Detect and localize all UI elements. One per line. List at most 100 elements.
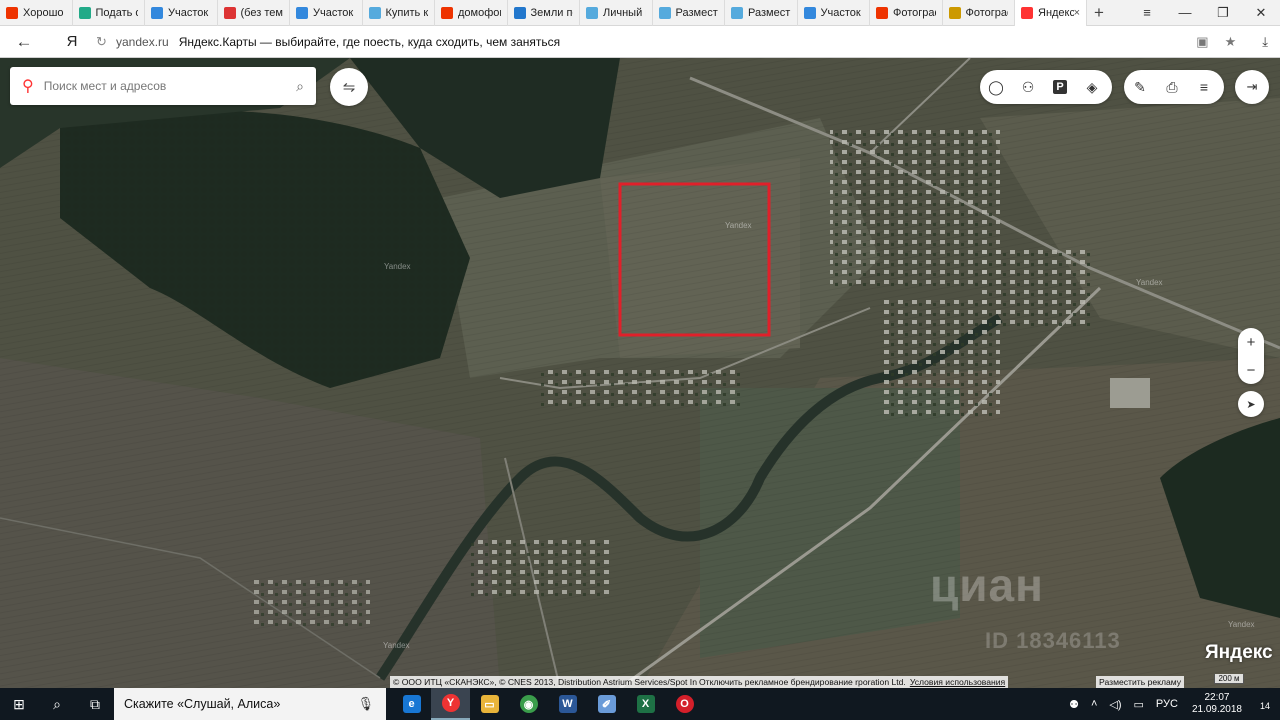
satellite-imagery[interactable] <box>0 58 1280 688</box>
word-icon: W <box>558 695 577 713</box>
browser-tab[interactable]: Разместит <box>653 0 725 26</box>
chrome-app[interactable]: ◉ <box>509 688 548 720</box>
clock-date: 21.09.2018 <box>1191 704 1242 715</box>
browser-tab[interactable]: (без темы <box>218 0 290 26</box>
tab-title: (без темы <box>240 7 284 19</box>
yandex-watermark: Yandex <box>384 262 411 271</box>
copyright-bar: © ООО ИТЦ «СКАНЭКС», © CNES 2013, Distri… <box>390 676 1009 688</box>
parking-icon[interactable]: P <box>1044 80 1076 94</box>
opera-app[interactable]: O <box>665 688 704 720</box>
cortana-search-box[interactable]: Скажите «Слушай, Алиса» 🎙 <box>114 688 386 720</box>
login-button[interactable]: ⇥ <box>1235 70 1269 104</box>
browser-tab[interactable]: Хорошо <box>0 0 73 26</box>
excel-icon: X <box>636 695 655 713</box>
map-pin-icon <box>368 7 381 19</box>
yandex-browser-icon: Y <box>441 694 460 712</box>
tabs-menu-icon[interactable]: ≡ <box>1128 0 1166 25</box>
layers-icon[interactable]: ◈ <box>1076 79 1108 96</box>
close-tab-icon[interactable]: × <box>1074 7 1080 19</box>
downloads-icon[interactable]: ⤓ <box>1262 34 1268 50</box>
yandex-home-button[interactable]: Я <box>48 33 96 50</box>
network-icon[interactable]: ▭ <box>1128 698 1150 711</box>
volume-icon[interactable]: ◁) <box>1103 698 1127 711</box>
yandex-logo: Яндекс <box>1205 642 1273 663</box>
satellite-map[interactable]: Yandex Yandex Yandex Yandex Yandex циан … <box>0 58 1280 688</box>
edge-app[interactable]: e <box>392 688 431 720</box>
browser-tab[interactable]: Участок 2 <box>290 0 363 26</box>
print-icon[interactable]: ⎙ <box>1156 79 1188 96</box>
excel-app[interactable]: X <box>626 688 665 720</box>
task-view-icon[interactable]: ⧉ <box>76 688 114 720</box>
menu-icon[interactable]: ≡ <box>1188 79 1220 95</box>
url-host[interactable]: yandex.ru <box>116 35 169 49</box>
terms-link[interactable]: Условия использования <box>910 677 1005 687</box>
browser-tab[interactable]: домофон <box>435 0 508 26</box>
panorama-icon[interactable]: ⚇ <box>1012 79 1044 96</box>
notification-center-icon[interactable]: 14 <box>1250 697 1280 712</box>
tab-title: Разместит <box>675 7 719 19</box>
layers-toolbar: ◯ ⚇ P ◈ <box>980 70 1112 104</box>
tab-title: Участок 9 <box>168 7 211 19</box>
search-box[interactable]: ⚲ Поиск мест и адресов ⌕ <box>10 67 316 105</box>
disable-branding-link[interactable]: Отключить рекламное брендирование rporat… <box>699 677 906 687</box>
close-window-icon[interactable]: ✕ <box>1242 0 1280 25</box>
zoom-in-button[interactable]: + <box>1247 334 1256 351</box>
people-icon[interactable]: ⚉ <box>1063 698 1085 711</box>
ruler-icon[interactable]: ✎ <box>1124 79 1156 96</box>
pinned-apps: e Y ▭ ◉ W ✐ X O <box>392 688 704 720</box>
cortana-prompt: Скажите «Слушай, Алиса» <box>124 697 281 711</box>
zoom-out-button[interactable]: − <box>1247 362 1256 379</box>
restore-icon[interactable]: ❐ <box>1204 0 1242 25</box>
map-pin-icon <box>586 7 598 19</box>
tab-title: Разместит <box>748 7 791 19</box>
windows-start-icon[interactable]: ⊞ <box>0 688 38 720</box>
tab-title: Яндекс <box>1038 7 1074 19</box>
place-ad-link[interactable]: Разместить рекламу <box>1096 676 1185 688</box>
browser-tab[interactable]: Земли по <box>508 0 580 26</box>
browser-tab[interactable]: Фотограф <box>870 0 943 26</box>
geolocation-button[interactable]: ➤ <box>1238 391 1264 417</box>
reload-icon[interactable]: ↻ <box>96 34 116 50</box>
browser-tab[interactable]: Яндекс × <box>1015 0 1087 26</box>
login-icon: ⇥ <box>1246 79 1258 94</box>
back-button[interactable]: ← <box>0 32 48 52</box>
clock[interactable]: 22:07 21.09.2018 <box>1184 692 1250 716</box>
yandex-watermark: Yandex <box>1228 620 1255 629</box>
browser-tab[interactable]: Участок 9 <box>145 0 218 26</box>
file-explorer-app[interactable]: ▭ <box>470 688 509 720</box>
browser-tab[interactable]: Личный к <box>580 0 653 26</box>
bookmark-star-icon[interactable]: ★ <box>1225 34 1237 50</box>
window-controls: ≡ — ❐ ✕ <box>1128 0 1280 25</box>
paint-app[interactable]: ✐ <box>587 688 626 720</box>
browser-tab[interactable]: Подать о <box>73 0 145 26</box>
search-icon[interactable]: ⌕ <box>296 78 304 95</box>
copyright-text: © ООО ИТЦ «СКАНЭКС», © CNES 2013, Distri… <box>393 677 697 687</box>
traffic-icon[interactable]: ◯ <box>980 79 1012 96</box>
yandex-browser-app[interactable]: Y <box>431 688 470 720</box>
opera-icon: O <box>675 695 694 713</box>
microphone-icon[interactable]: 🎙 <box>357 696 374 712</box>
new-tab-button[interactable]: + <box>1087 0 1111 25</box>
windows-taskbar: ⊞ ⌕ ⧉ Скажите «Слушай, Алиса» 🎙 e Y ▭ ◉ … <box>0 688 1280 720</box>
tab-title: Участок 2 <box>313 7 356 19</box>
search-input[interactable]: Поиск мест и адресов <box>44 79 167 93</box>
yandex-icon <box>441 7 453 19</box>
word-app[interactable]: W <box>548 688 587 720</box>
browser-tab[interactable]: Участок 2 <box>798 0 870 26</box>
browser-tab[interactable]: Купить ко <box>363 0 435 26</box>
map-pin-icon: ⚲ <box>22 78 34 95</box>
chrome-icon: ◉ <box>519 695 538 713</box>
minimize-icon[interactable]: — <box>1166 0 1204 25</box>
zoom-control: + − <box>1238 328 1264 384</box>
browser-tab[interactable]: Фотограф <box>943 0 1015 26</box>
language-indicator[interactable]: РУС <box>1150 698 1184 710</box>
search-icon[interactable]: ⌕ <box>38 688 76 720</box>
scale-bar: 200 м <box>1214 674 1244 684</box>
chevron-up-icon[interactable]: ˄ <box>1085 698 1103 710</box>
tab-title: Личный к <box>603 7 646 19</box>
browser-tab[interactable]: Разместит <box>725 0 798 26</box>
page-title[interactable]: Яндекс.Карты — выбирайте, где поесть, ку… <box>179 35 560 49</box>
route-button[interactable]: ⇋ <box>330 68 368 106</box>
protect-icon[interactable]: ▣ <box>1196 34 1208 50</box>
address-bar: ← Я ↻ yandex.ru Яндекс.Карты — выбирайте… <box>0 26 1280 58</box>
